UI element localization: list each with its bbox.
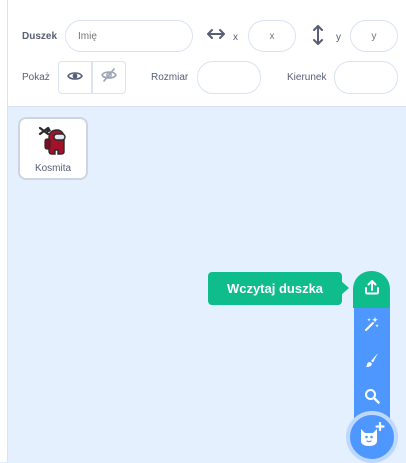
x-position-icon	[207, 27, 225, 46]
search-icon	[364, 388, 380, 409]
sprite-name-input[interactable]	[65, 20, 193, 52]
sprite-pane: Duszek x y Pokaż Rozmiar Kierunek	[0, 0, 406, 463]
show-label: Pokaż	[22, 72, 50, 83]
cat-plus-icon	[358, 421, 386, 453]
direction-input[interactable]	[334, 61, 398, 94]
sprite-tile[interactable]: Kosmita	[18, 117, 88, 180]
tooltip-arrow	[340, 280, 349, 296]
upload-sprite-button[interactable]	[353, 271, 390, 308]
size-input[interactable]	[197, 61, 261, 94]
paint-icon	[364, 352, 380, 373]
eye-slash-icon	[101, 68, 117, 87]
direction-label: Kierunek	[287, 72, 327, 83]
paint-sprite-button[interactable]	[354, 344, 390, 380]
x-label: x	[233, 32, 238, 43]
eye-icon	[67, 69, 83, 87]
add-sprite-button[interactable]	[346, 411, 398, 463]
sprite-label: Duszek	[22, 31, 58, 42]
upload-icon	[364, 279, 380, 300]
sprite-thumbnail-icon	[37, 124, 69, 165]
y-position-icon	[312, 25, 324, 50]
hide-sprite-button[interactable]	[92, 61, 126, 94]
surprise-icon	[364, 316, 380, 337]
x-input[interactable]	[248, 20, 296, 52]
size-label: Rozmiar	[151, 72, 189, 83]
sprite-name: Kosmita	[34, 163, 72, 174]
y-input[interactable]	[350, 20, 398, 52]
sprite-info-panel: Duszek x y Pokaż Rozmiar Kierunek	[8, 0, 406, 107]
stage-divider	[0, 0, 8, 462]
upload-sprite-tooltip: Wczytaj duszka	[208, 272, 342, 305]
y-label: y	[336, 32, 341, 43]
surprise-sprite-button[interactable]	[354, 308, 390, 344]
show-sprite-button[interactable]	[58, 61, 92, 94]
